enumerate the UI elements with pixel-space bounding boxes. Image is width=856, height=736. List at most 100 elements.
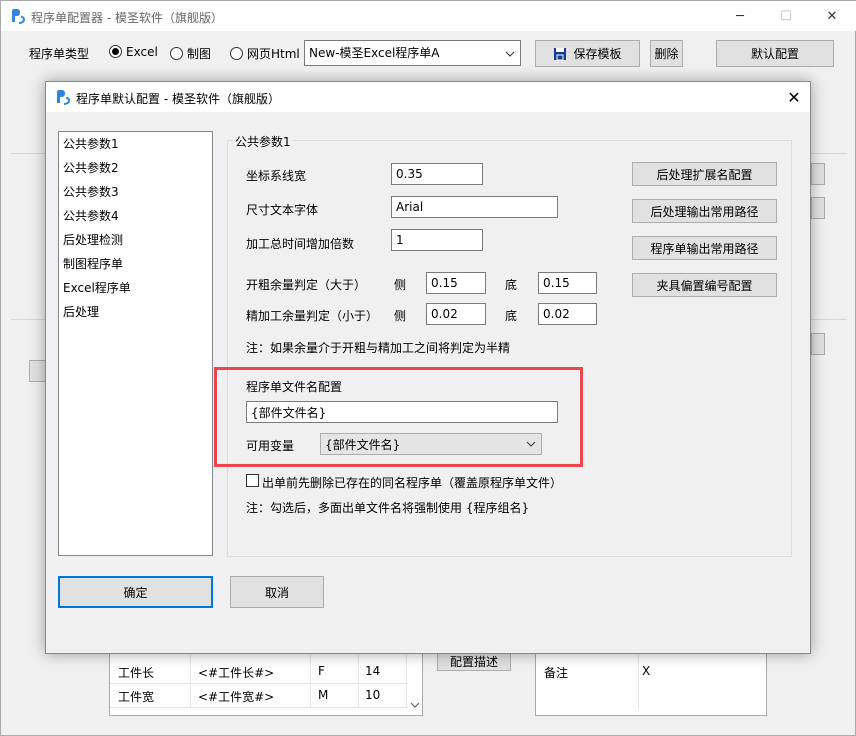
delete-label: 删除	[654, 47, 679, 61]
remark-value: X	[642, 664, 651, 678]
program-sheet-path-button[interactable]: 程序单输出常用路径	[632, 236, 777, 260]
bg-button-stub	[811, 333, 825, 355]
chevron-down-icon	[505, 51, 515, 57]
finish-side-value: 0.02	[431, 307, 458, 321]
nav-item[interactable]: 制图程序单	[59, 252, 212, 276]
minimize-button[interactable]: ─	[717, 1, 763, 31]
finish-bottom-input[interactable]: 0.02	[538, 303, 597, 325]
close-window-button[interactable]: ✕	[809, 1, 855, 31]
nav-item[interactable]: 公共参数2	[59, 156, 212, 180]
filename-input[interactable]: {部件文件名}	[246, 401, 558, 423]
note-semi-finish: 注：如果余量介于开粗与精加工之间将判定为半精	[246, 341, 511, 355]
vars-select-value: {部件文件名}	[325, 437, 401, 452]
scroll-down-icon[interactable]	[410, 700, 420, 710]
bg-button-stub	[811, 197, 825, 219]
dialog-title: 程序单默认配置 - 模圣软件（旗舰版）	[76, 92, 280, 106]
nav-item[interactable]: 后处理	[59, 300, 212, 324]
ok-label: 确定	[123, 585, 148, 600]
delete-existing-checkbox[interactable]	[246, 474, 259, 487]
row-var: <#工件宽#>	[198, 690, 275, 704]
nav-item[interactable]: 公共参数3	[59, 180, 212, 204]
default-config-dialog: 程序单默认配置 - 模圣软件（旗舰版） ✕ 公共参数1 公共参数2 公共参数3 …	[45, 81, 811, 654]
dialog-close-button[interactable]: ✕	[780, 86, 808, 108]
nav-list[interactable]: 公共参数1 公共参数2 公共参数3 公共参数4 后处理检测 制图程序单 Exce…	[58, 131, 213, 556]
radio-excel-label: Excel	[126, 45, 158, 59]
main-titlebar: 程序单配置器 - 模圣软件（旗舰版） ─ ☐ ✕	[1, 1, 856, 31]
config-desc-label: 配置描述	[449, 654, 498, 669]
radio-html-label: 网页Html	[247, 47, 300, 61]
app-logo-icon	[57, 90, 71, 105]
dim-font-label: 尺寸文本字体	[246, 203, 319, 217]
time-factor-input[interactable]: 1	[391, 229, 483, 251]
postprocess-ext-button[interactable]: 后处理扩展名配置	[632, 162, 777, 186]
filename-value: {部件文件名}	[251, 405, 327, 420]
postprocess-path-button[interactable]: 后处理输出常用路径	[632, 199, 777, 223]
row-var: <#工件长#>	[198, 666, 275, 680]
finish-side-input[interactable]: 0.02	[426, 303, 486, 325]
rough-label: 开粗余量判定（大于）	[246, 278, 367, 292]
template-select-value: New-模圣Excel程序单A	[309, 46, 440, 60]
table-row[interactable]: 工件宽 <#工件宽#> M 10	[110, 684, 408, 708]
row-code: F	[318, 664, 325, 678]
rough-side-label: 侧	[394, 278, 407, 292]
coord-width-value: 0.35	[396, 167, 423, 181]
nav-item[interactable]: 后处理检测	[59, 228, 212, 252]
radio-excel-dot[interactable]	[109, 45, 122, 58]
finish-side-label: 侧	[394, 309, 407, 323]
main-window-title: 程序单配置器 - 模圣软件（旗舰版）	[31, 11, 223, 25]
rough-bottom-label: 底	[505, 278, 518, 292]
column-line	[638, 652, 639, 708]
fixture-offset-label: 夹具偏置编号配置	[656, 278, 753, 293]
chevron-down-icon	[526, 441, 536, 447]
radio-html-dot[interactable]	[230, 47, 243, 60]
maximize-button[interactable]: ☐	[763, 1, 809, 31]
save-template-label: 保存模板	[573, 47, 622, 61]
column-line	[406, 652, 407, 708]
time-factor-label: 加工总时间增加倍数	[246, 237, 355, 251]
radio-drawing-dot[interactable]	[170, 47, 183, 60]
time-factor-value: 1	[396, 233, 404, 247]
delete-button[interactable]: 删除	[650, 40, 683, 67]
coord-width-label: 坐标系线宽	[246, 169, 307, 183]
app-logo-icon	[12, 9, 26, 24]
finish-bottom-value: 0.02	[543, 307, 570, 321]
note-group-name: 注：勾选后，多面出单文件名将强制使用 {程序组名}	[246, 501, 530, 515]
template-select[interactable]: New-模圣Excel程序单A	[304, 40, 521, 66]
nav-item[interactable]: 公共参数4	[59, 204, 212, 228]
default-config-button[interactable]: 默认配置	[716, 40, 834, 67]
coord-width-input[interactable]: 0.35	[391, 163, 483, 185]
rough-bottom-value: 0.15	[543, 276, 570, 290]
row-code: M	[318, 688, 329, 702]
nav-item[interactable]: Excel程序单	[59, 276, 212, 300]
finish-label: 精加工余量判定（小于）	[246, 309, 379, 323]
row-value: 10	[365, 688, 381, 702]
save-template-button[interactable]: 保存模板	[535, 40, 640, 67]
column-line	[190, 652, 191, 708]
nav-item[interactable]: 公共参数1	[59, 132, 212, 156]
rough-side-value: 0.15	[431, 276, 458, 290]
rough-bottom-input[interactable]: 0.15	[538, 272, 597, 294]
finish-bottom-label: 底	[505, 309, 518, 323]
dim-font-input[interactable]: Arial	[391, 196, 558, 218]
type-label: 程序单类型	[29, 47, 90, 61]
row-name: 工件宽	[118, 690, 155, 704]
radio-drawing[interactable]: 制图	[170, 45, 211, 62]
radio-html[interactable]: 网页Html	[230, 45, 300, 62]
ok-button[interactable]: 确定	[58, 576, 213, 608]
cancel-button[interactable]: 取消	[230, 576, 324, 608]
fixture-offset-button[interactable]: 夹具偏置编号配置	[632, 273, 777, 297]
group-title: 公共参数1	[233, 133, 293, 150]
cancel-label: 取消	[264, 585, 289, 600]
config-desc-button[interactable]: 配置描述	[437, 651, 511, 671]
row-name: 工件长	[118, 666, 155, 680]
radio-excel[interactable]: Excel	[109, 45, 158, 59]
program-sheet-path-label: 程序单输出常用路径	[650, 241, 759, 256]
dialog-titlebar: 程序单默认配置 - 模圣软件（旗舰版） ✕	[46, 82, 810, 112]
table-row[interactable]: 工件长 <#工件长#> F 14	[110, 660, 408, 684]
postprocess-ext-label: 后处理扩展名配置	[656, 167, 753, 182]
filename-label: 程序单文件名配置	[246, 380, 343, 394]
save-icon	[554, 47, 567, 60]
vars-select[interactable]: {部件文件名}	[320, 433, 542, 455]
rough-side-input[interactable]: 0.15	[426, 272, 486, 294]
column-line	[358, 652, 359, 708]
